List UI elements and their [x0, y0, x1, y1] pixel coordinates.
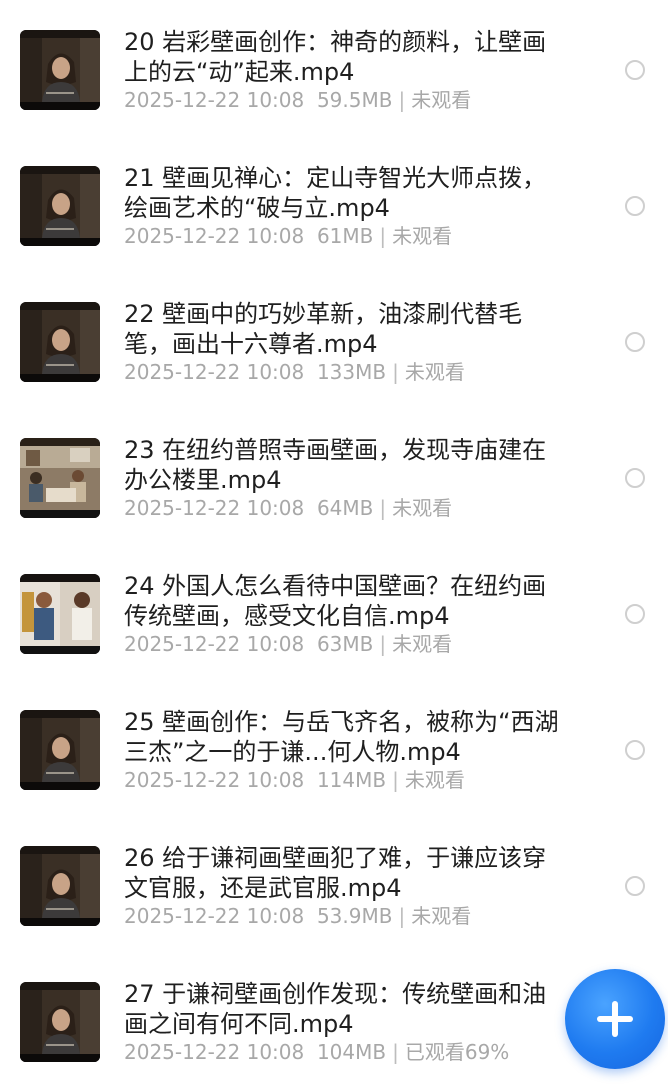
- list-item[interactable]: 21 壁画见禅心：定山寺智光大师点拨，绘画艺术的“破与立.mp4 2025-12-…: [0, 163, 668, 299]
- file-title: 24 外国人怎么看待中国壁画？在纽约画传统壁画，感受文化自信.mp4: [124, 572, 547, 630]
- file-meta: 2025-12-22 10:08 133MB | 未观看: [124, 359, 465, 385]
- radio-circle-icon[interactable]: [625, 196, 645, 216]
- meta-separator: |: [392, 360, 399, 384]
- file-date: 2025-12-22 10:08: [124, 1040, 305, 1064]
- file-title: 27 于谦祠壁画创作发现：传统壁画和油画之间有何不同.mp4: [124, 980, 547, 1038]
- video-thumbnail: [20, 30, 100, 110]
- video-thumbnail: [20, 302, 100, 382]
- plus-icon: [597, 1001, 633, 1037]
- radio-circle-icon[interactable]: [625, 740, 645, 760]
- watch-status: 未观看: [404, 360, 465, 384]
- radio-circle-icon[interactable]: [625, 60, 645, 80]
- list-item[interactable]: 20 岩彩壁画创作：神奇的颜料，让壁画上的云“动”起来.mp4 2025-12-2…: [0, 27, 668, 163]
- file-date: 2025-12-22 10:08: [124, 904, 305, 928]
- watch-status: 未观看: [404, 768, 465, 792]
- radio-circle-icon[interactable]: [625, 468, 645, 488]
- watch-status: 未观看: [411, 88, 472, 112]
- list-item[interactable]: 25 壁画创作：与岳飞齐名，被称为“西湖三杰”之一的于谦...何人物.mp4 20…: [0, 707, 668, 843]
- watch-status: 未观看: [411, 904, 472, 928]
- file-title: 26 给于谦祠画壁画犯了难，于谦应该穿文官服，还是武官服.mp4: [124, 844, 547, 902]
- file-meta: 2025-12-22 10:08 59.5MB | 未观看: [124, 87, 471, 113]
- watch-status: 未观看: [392, 632, 453, 656]
- watch-status: 未观看: [392, 496, 453, 520]
- meta-separator: |: [398, 904, 406, 928]
- file-date: 2025-12-22 10:08: [124, 88, 305, 112]
- file-title: 25 壁画创作：与岳飞齐名，被称为“西湖三杰”之一的于谦...何人物.mp4: [124, 708, 559, 766]
- file-meta: 2025-12-22 10:08 64MB | 未观看: [124, 495, 452, 521]
- file-date: 2025-12-22 10:08: [124, 768, 305, 792]
- file-size: 63MB: [316, 632, 374, 656]
- add-button[interactable]: [565, 969, 665, 1069]
- list-item[interactable]: 22 壁画中的巧妙革新，油漆刷代替毛笔，画出十六尊者.mp4 2025-12-22…: [0, 299, 668, 435]
- list-item[interactable]: 23 在纽约普照寺画壁画，发现寺庙建在办公楼里.mp4 2025-12-22 10…: [0, 435, 668, 571]
- watch-status: 未观看: [392, 224, 453, 248]
- file-title: 21 壁画见禅心：定山寺智光大师点拨，绘画艺术的“破与立.mp4: [124, 164, 547, 222]
- file-size: 104MB: [316, 1040, 387, 1064]
- video-thumbnail: [20, 846, 100, 926]
- file-date: 2025-12-22 10:08: [124, 360, 305, 384]
- radio-circle-icon[interactable]: [625, 604, 645, 624]
- video-file-list: 20 岩彩壁画创作：神奇的颜料，让壁画上的云“动”起来.mp4 2025-12-2…: [0, 0, 668, 1085]
- file-size: 59.5MB: [316, 88, 393, 112]
- file-title: 22 壁画中的巧妙革新，油漆刷代替毛笔，画出十六尊者.mp4: [124, 300, 523, 358]
- meta-separator: |: [392, 1040, 399, 1064]
- file-date: 2025-12-22 10:08: [124, 496, 305, 520]
- file-title: 20 岩彩壁画创作：神奇的颜料，让壁画上的云“动”起来.mp4: [124, 28, 547, 86]
- video-thumbnail: [20, 438, 100, 518]
- meta-separator: |: [379, 632, 387, 656]
- meta-separator: |: [392, 768, 399, 792]
- file-date: 2025-12-22 10:08: [124, 632, 305, 656]
- file-size: 114MB: [316, 768, 387, 792]
- radio-circle-icon[interactable]: [625, 876, 645, 896]
- file-size: 64MB: [316, 496, 374, 520]
- file-meta: 2025-12-22 10:08 104MB | 已观看69%: [124, 1039, 509, 1065]
- watch-status: 已观看69%: [404, 1040, 510, 1064]
- video-thumbnail: [20, 710, 100, 790]
- file-size: 133MB: [316, 360, 387, 384]
- video-thumbnail: [20, 166, 100, 246]
- meta-separator: |: [379, 224, 387, 248]
- file-meta: 2025-12-22 10:08 63MB | 未观看: [124, 631, 452, 657]
- meta-separator: |: [379, 496, 387, 520]
- file-meta: 2025-12-22 10:08 53.9MB | 未观看: [124, 903, 471, 929]
- file-size: 53.9MB: [316, 904, 393, 928]
- list-item[interactable]: 26 给于谦祠画壁画犯了难，于谦应该穿文官服，还是武官服.mp4 2025-12-…: [0, 843, 668, 979]
- file-title: 23 在纽约普照寺画壁画，发现寺庙建在办公楼里.mp4: [124, 436, 547, 494]
- file-meta: 2025-12-22 10:08 61MB | 未观看: [124, 223, 452, 249]
- radio-circle-icon[interactable]: [625, 332, 645, 352]
- list-item[interactable]: 24 外国人怎么看待中国壁画？在纽约画传统壁画，感受文化自信.mp4 2025-1…: [0, 571, 668, 707]
- file-meta: 2025-12-22 10:08 114MB | 未观看: [124, 767, 465, 793]
- video-thumbnail: [20, 574, 100, 654]
- file-size: 61MB: [316, 224, 374, 248]
- video-thumbnail: [20, 982, 100, 1062]
- meta-separator: |: [398, 88, 406, 112]
- file-date: 2025-12-22 10:08: [124, 224, 305, 248]
